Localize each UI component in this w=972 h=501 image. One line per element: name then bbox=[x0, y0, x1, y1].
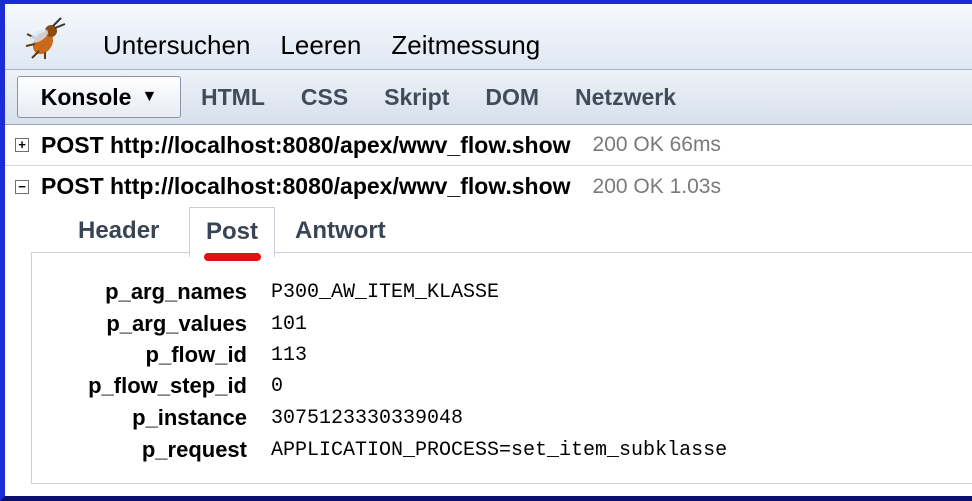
param-value: 101 bbox=[271, 312, 308, 336]
request-row[interactable]: + POST http://localhost:8080/apex/wwv_fl… bbox=[5, 125, 972, 166]
tab-netzwerk[interactable]: Netzwerk bbox=[575, 84, 676, 111]
firebug-window: Untersuchen Leeren Zeitmessung Konsole ▼… bbox=[0, 0, 972, 501]
tab-konsole-label: Konsole bbox=[40, 83, 132, 110]
panel-tabbar: Konsole ▼ HTML CSS Skript DOM Netzwerk bbox=[5, 70, 972, 125]
param-value: 0 bbox=[271, 374, 284, 398]
subtab-post[interactable]: Post bbox=[189, 207, 275, 257]
param-row: p_flow_step_id 0 bbox=[32, 371, 283, 401]
param-row: p_arg_values 101 bbox=[32, 309, 307, 339]
request-status: 200 OK 66ms bbox=[592, 133, 721, 156]
param-name: p_request bbox=[141, 437, 247, 462]
param-name: p_arg_values bbox=[106, 311, 247, 336]
highlight-underline bbox=[204, 253, 261, 261]
param-value: APPLICATION_PROCESS=set_item_subklasse bbox=[271, 438, 728, 462]
request-url[interactable]: POST http://localhost:8080/apex/wwv_flow… bbox=[41, 173, 571, 200]
param-name: p_arg_names bbox=[105, 279, 247, 304]
request-subtabs: Header Post Antwort bbox=[5, 207, 972, 261]
subtab-antwort[interactable]: Antwort bbox=[295, 217, 386, 245]
menu-leeren[interactable]: Leeren bbox=[280, 30, 361, 61]
tab-skript[interactable]: Skript bbox=[384, 84, 449, 111]
param-row: p_instance 3075123330339048 bbox=[32, 403, 463, 433]
tab-konsole[interactable]: Konsole ▼ bbox=[17, 76, 181, 118]
post-params-panel: p_arg_names P300_AW_ITEM_KLASSE p_arg_va… bbox=[31, 252, 972, 484]
param-name: p_instance bbox=[132, 405, 247, 430]
tab-html[interactable]: HTML bbox=[201, 84, 265, 111]
menu-zeitmessung[interactable]: Zeitmessung bbox=[391, 30, 540, 61]
collapse-icon[interactable]: − bbox=[15, 179, 29, 194]
tab-css[interactable]: CSS bbox=[301, 84, 348, 111]
chevron-down-icon: ▼ bbox=[141, 88, 158, 105]
param-name: p_flow_id bbox=[145, 342, 247, 367]
firebug-toolbar: Untersuchen Leeren Zeitmessung bbox=[5, 4, 972, 70]
tab-dom[interactable]: DOM bbox=[485, 84, 539, 111]
param-name: p_flow_step_id bbox=[88, 373, 247, 398]
param-value: 3075123330339048 bbox=[271, 406, 464, 430]
request-status: 200 OK 1.03s bbox=[592, 174, 721, 198]
expand-icon[interactable]: + bbox=[15, 138, 29, 152]
param-row: p_request APPLICATION_PROCESS=set_item_s… bbox=[32, 435, 727, 465]
param-value: P300_AW_ITEM_KLASSE bbox=[271, 280, 500, 304]
firebug-icon[interactable] bbox=[23, 16, 67, 60]
param-row: p_flow_id 113 bbox=[32, 340, 307, 370]
subtab-header[interactable]: Header bbox=[78, 217, 159, 245]
param-value: 113 bbox=[271, 343, 308, 367]
request-row[interactable]: − POST http://localhost:8080/apex/wwv_fl… bbox=[5, 166, 972, 207]
menu-untersuchen[interactable]: Untersuchen bbox=[103, 30, 250, 61]
param-row: p_arg_names P300_AW_ITEM_KLASSE bbox=[32, 277, 499, 307]
request-url[interactable]: POST http://localhost:8080/apex/wwv_flow… bbox=[41, 132, 571, 159]
